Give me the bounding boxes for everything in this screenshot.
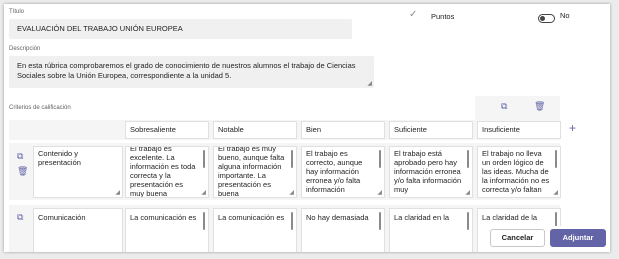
criterion-cell[interactable]: El trabajo está aprobado pero hay inform… (389, 146, 473, 198)
criterion-cell[interactable]: El trabajo es correcto, aunque hay infor… (301, 146, 385, 198)
resize-grip[interactable]: ◢ (367, 81, 372, 87)
cell-text: El trabajo es excelente. La información … (130, 146, 196, 198)
criterion-cell[interactable]: No hay demasiada (301, 208, 385, 252)
scrollbar[interactable] (379, 212, 381, 230)
criterion-text: Comunicación (38, 213, 86, 222)
criterion-cell[interactable]: El trabajo es muy bueno, aunque falta al… (213, 146, 297, 198)
title-input[interactable]: EVALUACIÓN DEL TRABAJO UNIÓN EUROPEA (9, 19, 352, 39)
criterion-cell[interactable]: La comunicación es (125, 208, 209, 252)
cell-text: El trabajo es correcto, aunque hay infor… (306, 149, 363, 194)
points-toggle[interactable] (538, 14, 555, 23)
cell-text: La claridad de la (482, 213, 538, 222)
level-header-notable[interactable]: Notable (213, 121, 297, 139)
column-actions-band (475, 96, 560, 120)
description-label: Descripción (9, 46, 41, 52)
scrollbar[interactable] (555, 150, 557, 168)
checkmark-icon: ✓ (409, 9, 418, 20)
title-value: EVALUACIÓN DEL TRABAJO UNIÓN EUROPEA (17, 24, 183, 33)
level-header-bien[interactable]: Bien (301, 121, 385, 139)
criterion-text: Contenido y presentación (38, 149, 81, 167)
criterion-cell[interactable]: La comunicación es (213, 208, 297, 252)
trash-icon[interactable]: 🗑 (17, 167, 28, 176)
title-label: Título (9, 9, 25, 15)
copy-icon[interactable]: ⧉ (17, 213, 23, 222)
copy-icon[interactable]: ⧉ (501, 102, 507, 111)
resize-grip[interactable]: ◢ (289, 190, 294, 196)
cancel-button[interactable]: Cancelar (490, 229, 545, 247)
resize-grip[interactable]: ◢ (465, 190, 470, 196)
resize-grip[interactable]: ◢ (553, 190, 558, 196)
plus-icon[interactable]: + (569, 121, 576, 135)
cell-text: La comunicación es (130, 213, 197, 222)
resize-grip[interactable]: ◢ (115, 190, 120, 196)
resize-grip[interactable]: ◢ (377, 190, 382, 196)
description-input[interactable]: En esta rúbrica comprobaremos el grado d… (9, 56, 374, 88)
description-value: En esta rúbrica comprobaremos el grado d… (17, 61, 356, 80)
trash-icon[interactable]: 🗑 (534, 102, 545, 111)
cell-text: El trabajo es muy bueno, aunque falta al… (218, 146, 285, 198)
resize-grip[interactable]: ◢ (201, 190, 206, 196)
scrollbar[interactable] (291, 150, 293, 168)
attach-button[interactable]: Adjuntar (550, 229, 606, 247)
cell-text: No hay demasiada (306, 213, 369, 222)
criterion-cell[interactable]: El trabajo no lleva un orden lógico de l… (477, 146, 561, 198)
scrollbar[interactable] (291, 212, 293, 230)
cell-text: La comunicación es (218, 213, 285, 222)
scrollbar[interactable] (467, 150, 469, 168)
cell-text: El trabajo está aprobado pero hay inform… (394, 149, 462, 194)
scrollbar[interactable] (379, 150, 381, 168)
points-label: Puntos (431, 12, 455, 21)
criterion-cell[interactable]: La claridad en la (389, 208, 473, 252)
scrollbar[interactable] (203, 212, 205, 230)
criterion-cell[interactable]: El trabajo es excelente. La información … (125, 146, 209, 198)
criterion-name[interactable]: Comunicación (33, 208, 123, 252)
criterion-name[interactable]: Contenido y presentación ◢ (33, 146, 123, 198)
copy-icon[interactable]: ⧉ (17, 152, 23, 161)
cell-text: La claridad en la (394, 213, 450, 222)
cell-text: El trabajo no lleva un orden lógico de l… (482, 149, 550, 194)
level-header-insuficiente[interactable]: Insuficiente (477, 121, 561, 139)
scrollbar[interactable] (203, 150, 205, 168)
points-toggle-value: No (560, 11, 570, 20)
level-header-sobresaliente[interactable]: Sobresaliente (125, 121, 209, 139)
level-header-suficiente[interactable]: Suficiente (389, 121, 473, 139)
criteria-label: Criterios de calificación (9, 105, 71, 111)
toggle-knob (540, 16, 545, 21)
rubric-dialog: Título EVALUACIÓN DEL TRABAJO UNIÓN EURO… (4, 4, 610, 252)
scrollbar[interactable] (467, 212, 469, 230)
